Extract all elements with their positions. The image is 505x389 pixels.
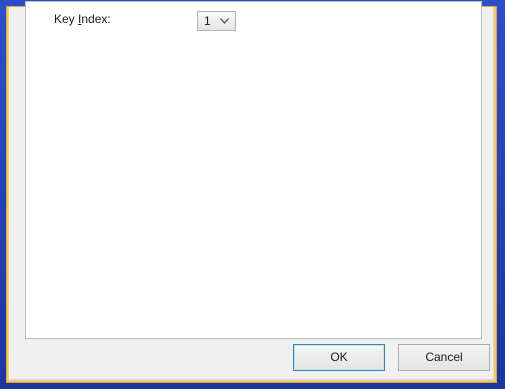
key-index-label-suffix: ndex: bbox=[81, 12, 111, 26]
window-inner-border: Key Index: 1 OK Cancel bbox=[6, 1, 497, 383]
ok-button[interactable]: OK bbox=[293, 344, 385, 371]
chevron-down-icon bbox=[220, 18, 229, 24]
tab-panel: Key Index: 1 bbox=[25, 1, 482, 339]
key-index-dropdown[interactable]: 1 bbox=[197, 11, 236, 31]
window-frame: Key Index: 1 OK Cancel bbox=[0, 0, 505, 389]
key-index-label: Key Index: bbox=[54, 12, 111, 26]
key-index-label-prefix: Key bbox=[54, 12, 79, 26]
cancel-button[interactable]: Cancel bbox=[398, 344, 490, 371]
key-index-value: 1 bbox=[204, 14, 211, 28]
dialog-body: Key Index: 1 OK Cancel bbox=[9, 1, 494, 380]
